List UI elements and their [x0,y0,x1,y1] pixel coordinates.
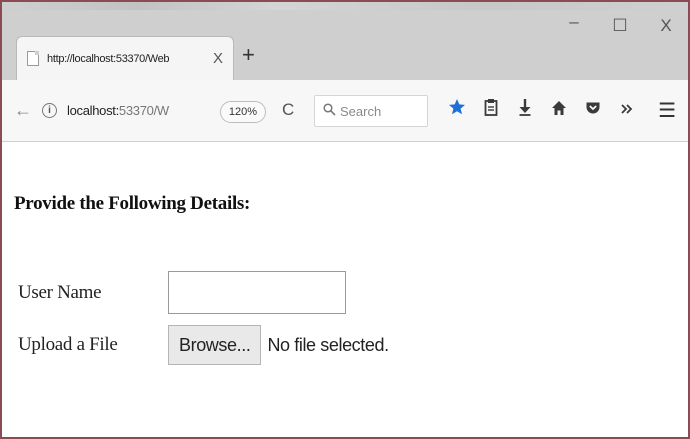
url-text[interactable]: localhost:53370/W [67,103,169,118]
search-icon [323,103,336,119]
page-content: Provide the Following Details: User Name… [2,143,688,437]
browse-button[interactable]: Browse... [168,325,262,365]
navigation-toolbar: ← i localhost:53370/W 120% C Search ☰ [2,80,688,142]
overflow-icon[interactable] [610,98,644,122]
home-icon[interactable] [542,98,576,122]
search-input[interactable] [340,103,420,119]
maximize-button[interactable]: ☐ [612,16,628,36]
title-bar: http://localhost:53370/Web X + – ☐ X [2,2,688,82]
page-heading: Provide the Following Details: [14,193,251,214]
minimize-button[interactable]: – [566,12,582,32]
site-info-icon[interactable]: i [42,102,57,118]
username-row: User Name [18,271,346,314]
tab-title: http://localhost:53370/Web [47,52,170,65]
toolbar-icons [440,98,644,122]
search-box[interactable] [314,95,428,127]
back-button[interactable]: ← [14,100,32,121]
browser-tab[interactable]: http://localhost:53370/Web X [16,36,234,80]
page-favicon-icon [27,51,39,66]
new-tab-button[interactable]: + [242,44,255,66]
reload-button[interactable]: C [282,100,294,120]
upload-label: Upload a File [18,334,118,355]
username-label: User Name [18,281,102,303]
zoom-level-badge[interactable]: 120% [220,101,266,123]
url-host: localhost: [67,102,119,118]
file-status-text: No file selected. [267,334,389,355]
url-path: 53370/W [118,102,169,118]
download-icon[interactable] [508,98,542,122]
browser-window: http://localhost:53370/Web X + – ☐ X ← i… [0,0,690,439]
pocket-icon[interactable] [576,98,610,122]
username-input[interactable] [168,271,346,314]
title-bar-top-edge [2,2,688,10]
window-controls: – ☐ X [566,12,674,36]
upload-row: Upload a File Browse... No file selected… [18,325,389,365]
star-icon[interactable] [440,98,474,122]
close-window-button[interactable]: X [658,16,674,36]
hamburger-icon[interactable]: ☰ [658,98,676,123]
tab-close-icon[interactable]: X [213,50,223,67]
clipboard-icon[interactable] [474,98,508,122]
